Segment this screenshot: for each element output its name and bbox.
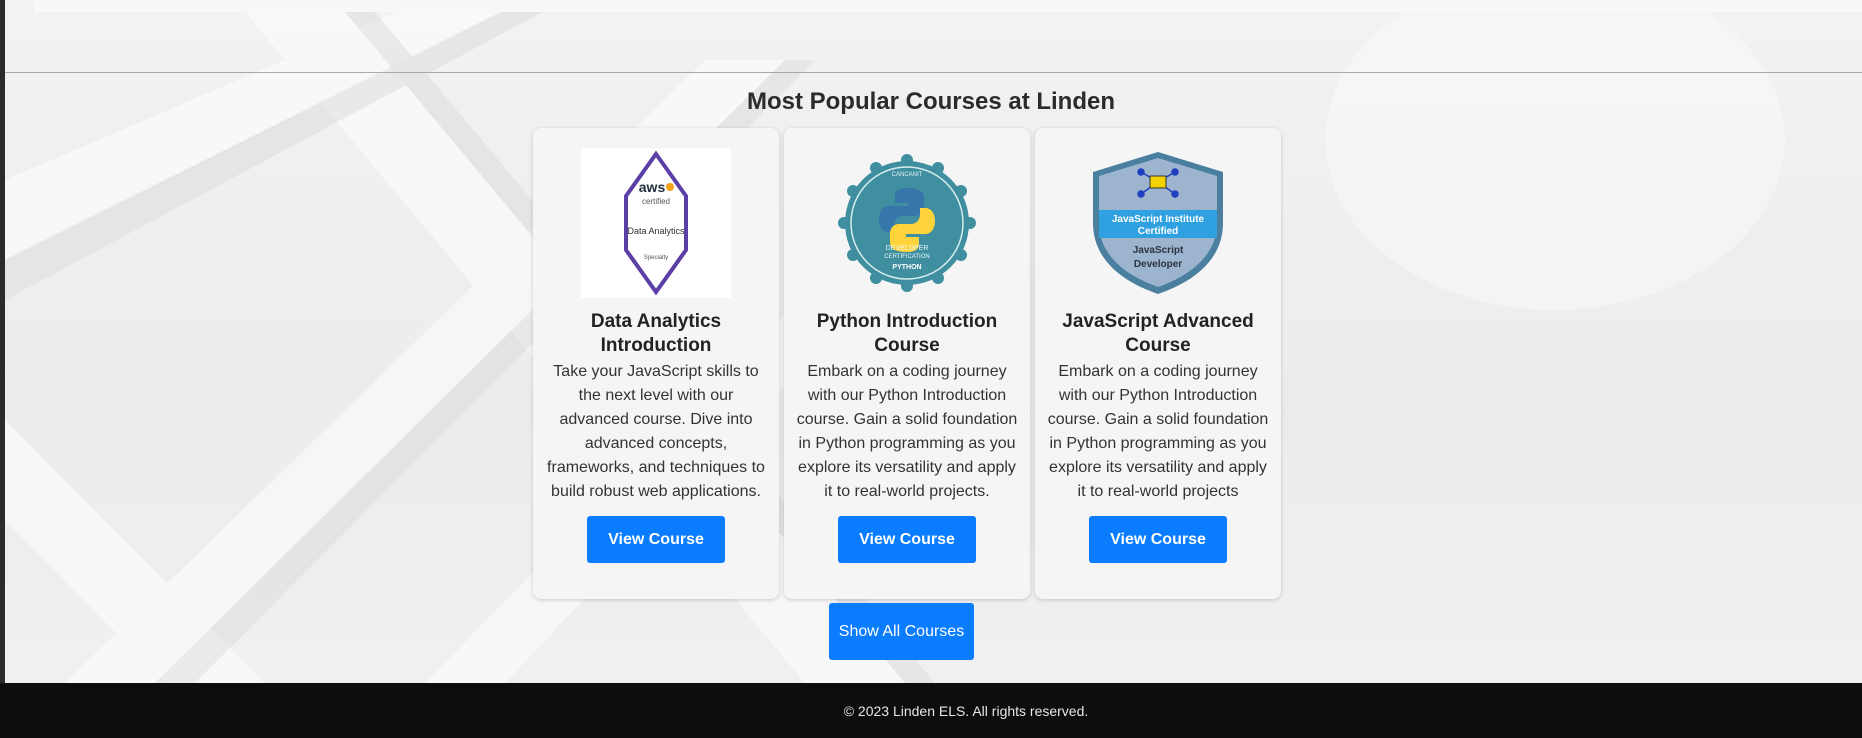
- badge-institute-text: JavaScript Institute: [1112, 214, 1205, 225]
- badge-specialty-text: Specialty: [644, 255, 668, 261]
- course-title: Data Analytics Introduction: [590, 311, 722, 356]
- badge-aws-text: aws: [639, 179, 666, 195]
- section-title: Most Popular Courses at Linden: [746, 88, 1116, 115]
- course-card-data-analytics: aws certified Data Analytics Specialty D…: [533, 128, 779, 599]
- course-card-python: CANCANIT DEVELOPER CERTIFICATION PYTHON …: [784, 128, 1030, 599]
- badge-certification-text: CERTIFICATION: [884, 254, 929, 260]
- course-cards: aws certified Data Analytics Specialty D…: [533, 128, 1281, 599]
- view-course-button[interactable]: View Course: [587, 516, 725, 563]
- badge-data-analytics-text: Data Analytics: [627, 226, 685, 236]
- badge-python-text: PYTHON: [892, 264, 921, 271]
- badge-javascript-text: JavaScript: [1133, 245, 1184, 256]
- course-description: Take your JavaScript skills to the next …: [547, 363, 765, 500]
- footer-copyright: © 2023 Linden ELS. All rights reserved.: [843, 702, 1089, 719]
- show-all-courses-button[interactable]: Show All Courses: [829, 603, 974, 660]
- course-description: Embark on a coding journey with our Pyth…: [1047, 363, 1269, 500]
- view-course-button[interactable]: View Course: [1089, 516, 1227, 563]
- section-divider: [5, 72, 1862, 73]
- javascript-certification-badge: JavaScript Institute Certified JavaScrip…: [1083, 148, 1233, 298]
- course-card-javascript: JavaScript Institute Certified JavaScrip…: [1035, 128, 1281, 599]
- aws-data-analytics-badge: aws certified Data Analytics Specialty: [581, 148, 731, 298]
- top-content-panel: [34, 0, 1862, 12]
- course-title: JavaScript Advanced Course: [1062, 311, 1254, 356]
- badge-developer-text: DEVELOPER: [886, 245, 929, 252]
- course-description: Embark on a coding journey with our Pyth…: [796, 363, 1018, 500]
- course-title: Python Introduction Course: [816, 311, 998, 356]
- badge-cancanit-text: CANCANIT: [892, 172, 923, 178]
- footer: © 2023 Linden ELS. All rights reserved.: [0, 683, 1862, 738]
- badge-certified-text: Certified: [1138, 226, 1179, 237]
- python-certification-badge: CANCANIT DEVELOPER CERTIFICATION PYTHON: [832, 148, 982, 298]
- badge-certified-text: certified: [642, 197, 670, 206]
- badge-developer-text: Developer: [1134, 259, 1182, 270]
- view-course-button[interactable]: View Course: [838, 516, 976, 563]
